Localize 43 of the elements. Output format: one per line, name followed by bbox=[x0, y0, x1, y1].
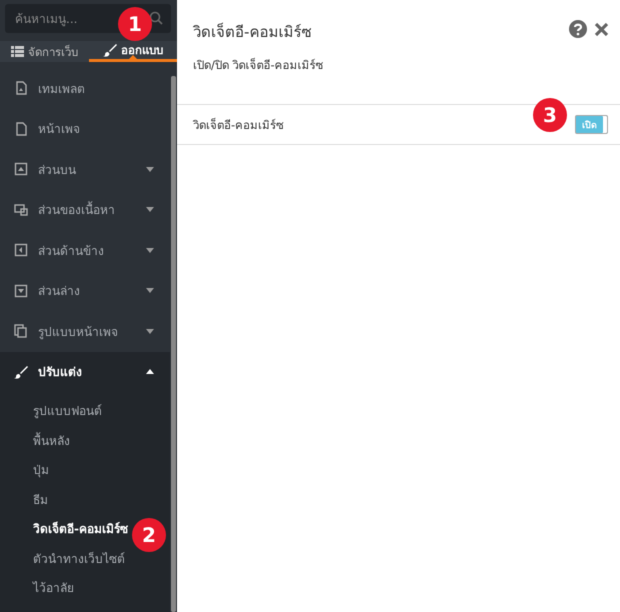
list-icon bbox=[10, 46, 24, 57]
frame-icon bbox=[14, 243, 28, 258]
search-icon bbox=[149, 11, 163, 25]
menu-item[interactable]: ส่วนบน bbox=[0, 149, 170, 190]
tab[interactable]: ออกแบบ bbox=[88, 41, 177, 62]
frame-icon bbox=[14, 284, 28, 298]
menu-item[interactable]: เทมเพลต bbox=[0, 68, 170, 108]
help-icon[interactable] bbox=[569, 20, 587, 38]
tab[interactable]: จัดการเว็บ bbox=[0, 41, 88, 62]
image-file-icon bbox=[14, 81, 28, 96]
page-icon bbox=[14, 122, 28, 136]
menu-label: หน้าเพจ bbox=[38, 121, 81, 138]
menu-item[interactable]: รูปแบบหน้าเพจ bbox=[0, 311, 170, 352]
panel-title: วิดเจ็ตอี-คอมเมิร์ซ bbox=[193, 22, 312, 43]
menu-item[interactable]: ส่วนล่าง bbox=[0, 270, 170, 311]
menu-label: รูปแบบหน้าเพจ bbox=[38, 324, 119, 341]
callout-overlay: 3 bbox=[533, 98, 567, 132]
monitor-icon bbox=[14, 202, 28, 217]
menu-item[interactable]: ปรับแต่ง bbox=[0, 352, 170, 392]
menu-label: ปรับแต่ง bbox=[38, 364, 83, 382]
menu-label: ส่วนของเนื้อหา bbox=[38, 200, 116, 220]
brush-icon bbox=[102, 43, 117, 57]
submenu-item[interactable]: ธีม bbox=[33, 484, 48, 514]
submenu-item[interactable]: ตัวนำทางเว็บไซต์ bbox=[33, 544, 125, 573]
scrollbar[interactable] bbox=[171, 76, 176, 612]
setting-label: วิดเจ็ตอี-คอมเมิร์ซ bbox=[193, 116, 284, 134]
menu-label: ส่วนบน bbox=[38, 162, 77, 179]
menu-label: ส่วนด้านข้าง bbox=[38, 242, 105, 260]
menu-item[interactable]: ส่วนด้านข้าง bbox=[0, 230, 170, 270]
frame-icon bbox=[14, 162, 28, 176]
menu-item[interactable]: หน้าเพจ bbox=[0, 108, 170, 149]
close-icon[interactable] bbox=[594, 22, 609, 36]
copy-icon bbox=[14, 324, 28, 338]
submenu-item[interactable]: พื้นหลัง bbox=[33, 426, 70, 455]
submenu-item[interactable]: ไว้อาลัย bbox=[33, 573, 74, 602]
submenu-item[interactable]: ปุ่ม bbox=[33, 455, 49, 484]
menu-item[interactable]: ส่วนของเนื้อหา bbox=[0, 190, 170, 230]
menu-label: ส่วนล่าง bbox=[38, 283, 81, 300]
panel-subtitle: เปิด/ปิด วิดเจ็ตอี-คอมเมิร์ซ bbox=[193, 56, 324, 74]
submenu-item[interactable]: รูปแบบฟอนต์ bbox=[33, 396, 102, 426]
menu-label: เทมเพลต bbox=[38, 80, 86, 98]
brush-icon bbox=[14, 364, 28, 379]
submenu-item[interactable]: วิดเจ็ตอี-คอมเมิร์ซ bbox=[33, 514, 128, 544]
